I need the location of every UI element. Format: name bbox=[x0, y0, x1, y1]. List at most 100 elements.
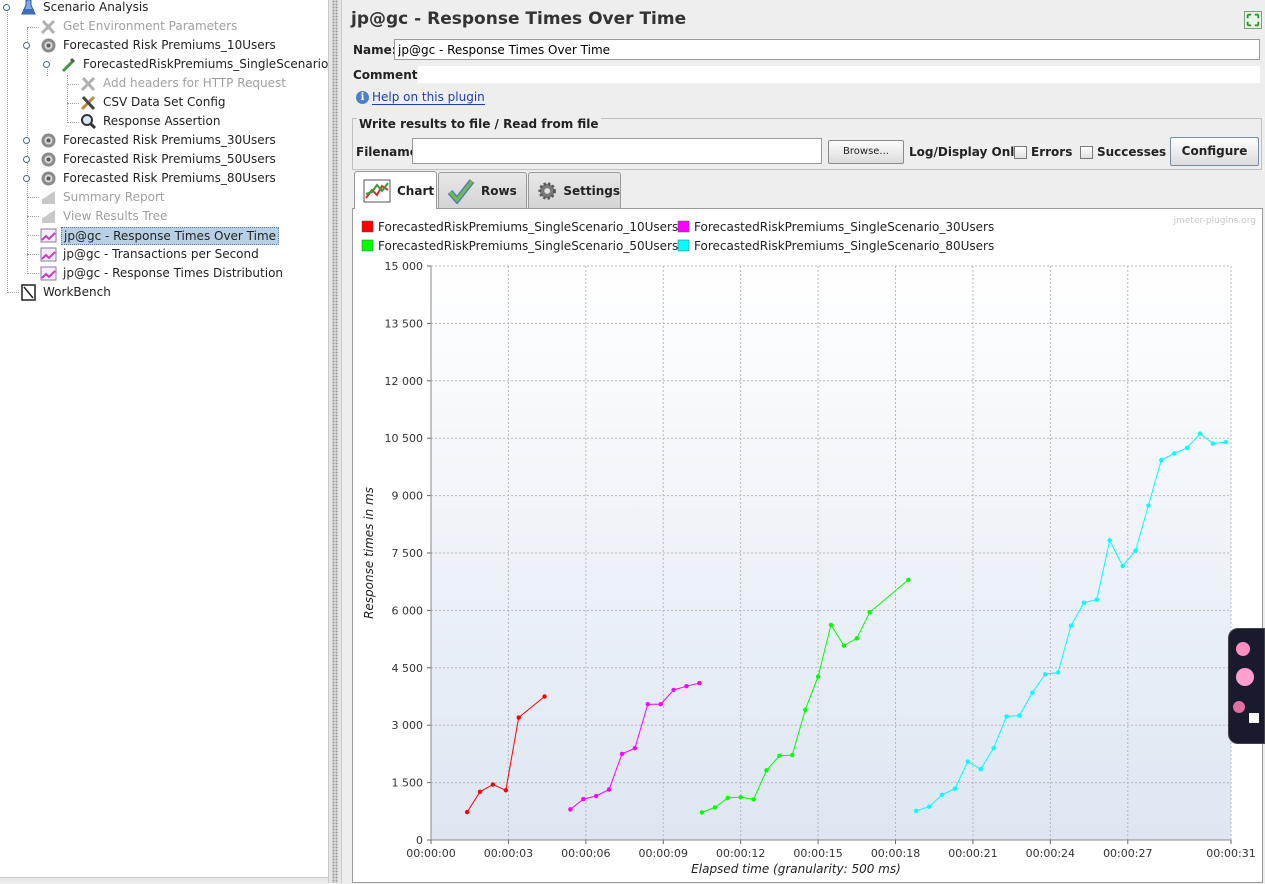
checkmark-icon bbox=[447, 178, 475, 204]
split-pane-divider[interactable] bbox=[328, 0, 342, 883]
y-tick-label: 1 500 bbox=[392, 777, 424, 790]
comments-field[interactable] bbox=[418, 66, 1260, 83]
gear-icon bbox=[41, 133, 56, 148]
data-point bbox=[764, 768, 769, 773]
data-point bbox=[738, 794, 743, 800]
data-point bbox=[1133, 548, 1138, 553]
expand-toggle[interactable] bbox=[23, 42, 30, 49]
floating-widget[interactable] bbox=[1228, 628, 1265, 744]
filename-input[interactable] bbox=[412, 138, 822, 164]
info-icon: i bbox=[356, 91, 369, 104]
tree-connector bbox=[7, 292, 19, 293]
name-field[interactable] bbox=[394, 39, 1260, 60]
tree-item-label: ForecastedRiskPremiums_SingleScenario_10… bbox=[83, 57, 328, 71]
tree-item-transactions-per-second[interactable]: jp@gc - Transactions per Second bbox=[40, 245, 261, 264]
data-point bbox=[991, 745, 996, 751]
tree-item-csv-data-set-config[interactable]: CSV Data Set Config bbox=[80, 93, 228, 112]
tools-icon bbox=[40, 19, 56, 35]
x-tick-label: 00:00:03 bbox=[484, 847, 533, 860]
data-point bbox=[516, 715, 521, 720]
filename-label: Filename bbox=[356, 145, 418, 159]
flower-icon bbox=[1233, 642, 1259, 723]
successes-label: Successes bbox=[1097, 145, 1167, 159]
tree-item-add-headers[interactable]: Add headers for HTTP Request bbox=[80, 74, 288, 93]
tree-item-http-sampler[interactable]: ForecastedRiskPremiums_SingleScenario_10… bbox=[60, 55, 328, 74]
data-point bbox=[593, 793, 599, 799]
x-tick-label: 00:00:18 bbox=[871, 847, 920, 860]
tree-item-label: CSV Data Set Config bbox=[103, 95, 226, 109]
y-tick-label: 4 500 bbox=[392, 662, 424, 675]
y-axis-label: Response times in ms bbox=[362, 487, 376, 619]
tab-settings[interactable]: Settings bbox=[528, 172, 621, 208]
tab-chart[interactable]: Chart bbox=[354, 171, 437, 209]
gear-icon bbox=[41, 38, 56, 53]
tab-rows[interactable]: Rows bbox=[438, 172, 527, 208]
tree-item-thread-group-80users[interactable]: Forecasted Risk Premiums_80Users bbox=[40, 169, 278, 188]
data-point bbox=[1223, 439, 1229, 445]
legend-swatch bbox=[361, 220, 374, 233]
data-point bbox=[645, 701, 650, 707]
x-tick-label: 00:00:15 bbox=[793, 847, 842, 860]
errors-checkbox[interactable] bbox=[1014, 146, 1027, 159]
tree-item-thread-group-10users[interactable]: Forecasted Risk Premiums_10Users bbox=[40, 36, 278, 55]
tree-item-view-results-tree[interactable]: View Results Tree bbox=[40, 207, 169, 226]
data-point bbox=[464, 809, 470, 815]
tree-item-label: Forecasted Risk Premiums_30Users bbox=[63, 133, 276, 147]
expand-toggle[interactable] bbox=[3, 4, 10, 11]
data-point bbox=[854, 636, 860, 641]
tree-item-response-times-over-time[interactable]: jp@gc - Response Times Over Time bbox=[40, 226, 280, 245]
data-point bbox=[939, 792, 945, 798]
data-point bbox=[841, 643, 847, 648]
tree-item-response-assertion[interactable]: Response Assertion bbox=[80, 112, 222, 131]
tree-item-get-environment-parameters[interactable]: Get Environment Parameters bbox=[40, 17, 239, 36]
expand-toggle[interactable] bbox=[23, 137, 30, 144]
legend-label: ForecastedRiskPremiums_SingleScenario_80… bbox=[694, 239, 994, 253]
data-point bbox=[1004, 714, 1009, 719]
data-point bbox=[671, 687, 676, 693]
expand-icon[interactable] bbox=[1244, 11, 1262, 29]
tools-icon bbox=[80, 95, 96, 111]
tree-item-summary-report[interactable]: Summary Report bbox=[40, 188, 167, 207]
expand-toggle[interactable] bbox=[43, 61, 50, 68]
expand-toggle[interactable] bbox=[23, 156, 30, 163]
data-point bbox=[1184, 445, 1190, 450]
legend-label: ForecastedRiskPremiums_SingleScenario_50… bbox=[378, 239, 678, 253]
y-tick-label: 3 000 bbox=[392, 719, 424, 732]
tree-horizontal-scrollbar[interactable] bbox=[0, 877, 328, 883]
tree-item-scenario-analysis[interactable]: Scenario Analysis bbox=[20, 0, 150, 17]
data-point bbox=[1172, 451, 1177, 456]
tree-connector bbox=[67, 122, 79, 123]
configure-button[interactable]: Configure bbox=[1170, 137, 1259, 166]
tree-connector bbox=[27, 273, 39, 274]
tree-connector bbox=[27, 235, 39, 236]
tab-label: Rows bbox=[481, 183, 517, 198]
help-link[interactable]: Help on this plugin bbox=[372, 90, 485, 105]
legend-swatch bbox=[361, 239, 374, 252]
expand-toggle[interactable] bbox=[23, 175, 30, 182]
browse-button[interactable]: Browse... bbox=[828, 140, 904, 164]
data-point bbox=[658, 701, 663, 707]
help-row[interactable]: i Help on this plugin bbox=[356, 90, 485, 105]
data-point bbox=[619, 751, 625, 757]
y-tick-label: 12 000 bbox=[385, 375, 424, 388]
tree-item-workbench[interactable]: WorkBench bbox=[20, 283, 113, 302]
x-tick-label: 00:00:06 bbox=[561, 847, 610, 860]
data-point bbox=[906, 577, 911, 582]
tree-connector bbox=[67, 103, 79, 104]
chart-watermark: jmeter-plugins.org bbox=[1173, 216, 1256, 226]
gear-icon bbox=[538, 181, 556, 200]
tree-item-label: Get Environment Parameters bbox=[63, 19, 238, 33]
tree-item-response-times-distribution[interactable]: jp@gc - Response Times Distribution bbox=[40, 264, 285, 283]
data-point bbox=[1030, 690, 1035, 695]
data-point bbox=[1042, 672, 1048, 677]
page-title: jp@gc - Response Times Over Time bbox=[351, 9, 687, 29]
test-plan-tree[interactable]: Scenario Analysis Get Environment Parame… bbox=[0, 0, 328, 883]
tree-item-thread-group-50users[interactable]: Forecasted Risk Premiums_50Users bbox=[40, 150, 278, 169]
successes-checkbox[interactable] bbox=[1080, 146, 1093, 159]
tree-item-thread-group-30users[interactable]: Forecasted Risk Premiums_30Users bbox=[40, 131, 278, 150]
data-point bbox=[568, 807, 573, 812]
data-point bbox=[815, 674, 821, 679]
data-point bbox=[581, 796, 586, 802]
data-point bbox=[802, 707, 808, 713]
data-point bbox=[490, 782, 496, 787]
